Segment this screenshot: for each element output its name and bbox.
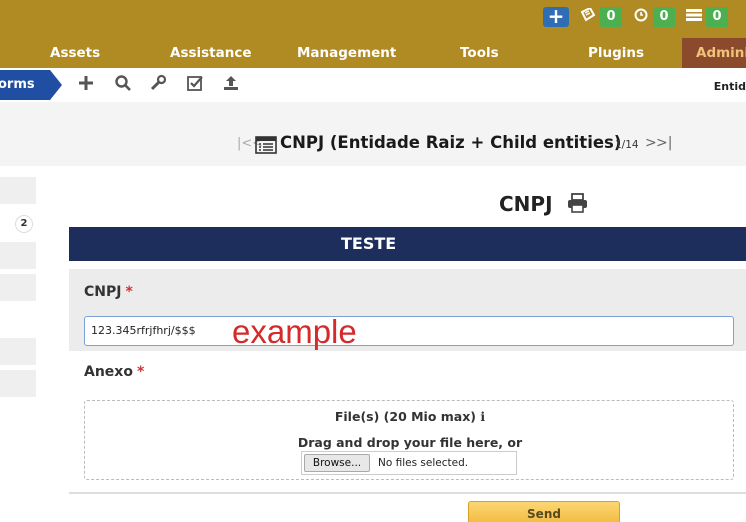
- cnpj-input[interactable]: 123.345rfrjfhrj/$$$: [84, 316, 734, 346]
- example-annotation: example: [232, 313, 357, 350]
- record-nav-bar: |<< CNPJ (Entidade Raiz + Child entities…: [0, 102, 746, 166]
- breadcrumb[interactable]: orms: [0, 70, 62, 100]
- anexo-required-mark: *: [136, 364, 145, 380]
- side-tab-5[interactable]: [0, 338, 36, 366]
- wrench-icon[interactable]: [147, 74, 169, 96]
- upload-hint: Drag and drop your file here, or: [297, 435, 523, 450]
- upload-icon[interactable]: [220, 74, 242, 96]
- info-icon[interactable]: ℹ: [480, 409, 485, 424]
- tasks-count: 0: [706, 7, 728, 27]
- page: + 0 0 0 Assets Assistance Management Too…: [0, 0, 746, 522]
- anexo-label: Anexo *: [84, 364, 144, 380]
- checkbox-list-icon[interactable]: [184, 74, 206, 96]
- send-button[interactable]: Send: [468, 501, 620, 522]
- file-input[interactable]: Browse... No files selected.: [301, 451, 517, 475]
- main-nav: Assets Assistance Management Tools Plugi…: [0, 38, 746, 68]
- tab-count-badge: 2: [15, 215, 33, 233]
- next-record-icon[interactable]: >: [645, 135, 657, 151]
- nav-administration[interactable]: Admini: [682, 38, 746, 68]
- tasks-shortcut[interactable]: 0: [685, 7, 728, 27]
- side-tab-6[interactable]: [0, 370, 36, 398]
- nav-assets[interactable]: Assets: [50, 38, 100, 68]
- clock-icon: [632, 8, 650, 26]
- nav-assistance[interactable]: Assistance: [170, 38, 252, 68]
- reminders-shortcut[interactable]: 0: [632, 7, 675, 27]
- search-icon[interactable]: [112, 74, 134, 96]
- file-dropzone[interactable]: File(s) (20 Mio max) ℹ Drag and drop you…: [84, 400, 734, 480]
- ticket-icon: [579, 6, 597, 26]
- last-record-icon[interactable]: >|: [656, 135, 672, 151]
- form-title: CNPJ: [499, 192, 553, 216]
- top-header: + 0 0 0 Assets Assistance Management Too…: [0, 0, 746, 68]
- nav-management[interactable]: Management: [297, 38, 396, 68]
- reminders-count: 0: [653, 7, 675, 27]
- record-counter: 1/14: [615, 139, 639, 151]
- tickets-count: 0: [600, 7, 622, 27]
- section-header: TESTE: [69, 227, 746, 261]
- nav-plugins[interactable]: Plugins: [588, 38, 644, 68]
- anexo-label-text: Anexo: [84, 364, 133, 380]
- cnpj-required-mark: *: [125, 284, 133, 300]
- no-file-text: No files selected.: [378, 457, 469, 469]
- add-item-icon[interactable]: [75, 74, 97, 96]
- list-icon: [685, 8, 703, 26]
- tickets-shortcut[interactable]: 0: [579, 6, 622, 27]
- printer-icon[interactable]: [567, 193, 588, 213]
- side-tab-3[interactable]: [0, 242, 36, 270]
- cnpj-label: CNPJ *: [84, 284, 133, 300]
- upload-title: File(s) (20 Mio max) ℹ: [85, 409, 735, 424]
- cnpj-label-text: CNPJ: [84, 284, 122, 300]
- side-tab-1[interactable]: [0, 177, 36, 205]
- list-view-icon[interactable]: [255, 136, 277, 154]
- add-icon[interactable]: +: [543, 6, 569, 27]
- toolbar-entity-label[interactable]: Entid: [714, 80, 746, 93]
- side-tab-4[interactable]: [0, 274, 36, 302]
- upload-title-text: File(s) (20 Mio max): [334, 409, 477, 424]
- nav-tools[interactable]: Tools: [460, 38, 499, 68]
- header-shortcuts: + 0 0 0: [543, 6, 728, 27]
- form-divider: [69, 492, 746, 494]
- browse-button[interactable]: Browse...: [304, 454, 370, 472]
- breadcrumb-arrow: [50, 70, 62, 100]
- record-title: CNPJ (Entidade Raiz + Child entities): [280, 133, 622, 152]
- toolbar: orms Entid: [0, 68, 746, 102]
- breadcrumb-label: orms: [0, 70, 50, 100]
